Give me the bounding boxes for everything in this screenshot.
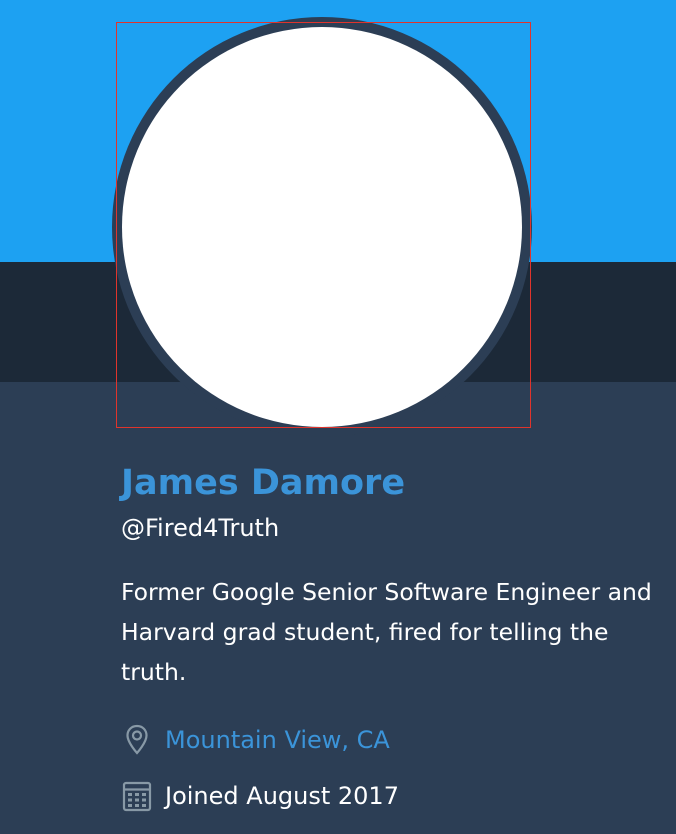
profile-handle: @Fired4Truth (121, 514, 280, 542)
location-link[interactable]: Mountain View, CA (165, 720, 390, 760)
profile-location-row: Mountain View, CA (121, 720, 390, 760)
avatar[interactable] (122, 27, 522, 427)
profile-bio: Former Google Senior Software Engineer a… (121, 578, 652, 686)
location-pin-icon (121, 722, 153, 758)
joined-date: Joined August 2017 (165, 782, 399, 810)
profile-joined-row: Joined August 2017 (121, 776, 399, 816)
profile-display-name[interactable]: James Damore (121, 460, 405, 506)
calendar-icon (121, 778, 153, 814)
